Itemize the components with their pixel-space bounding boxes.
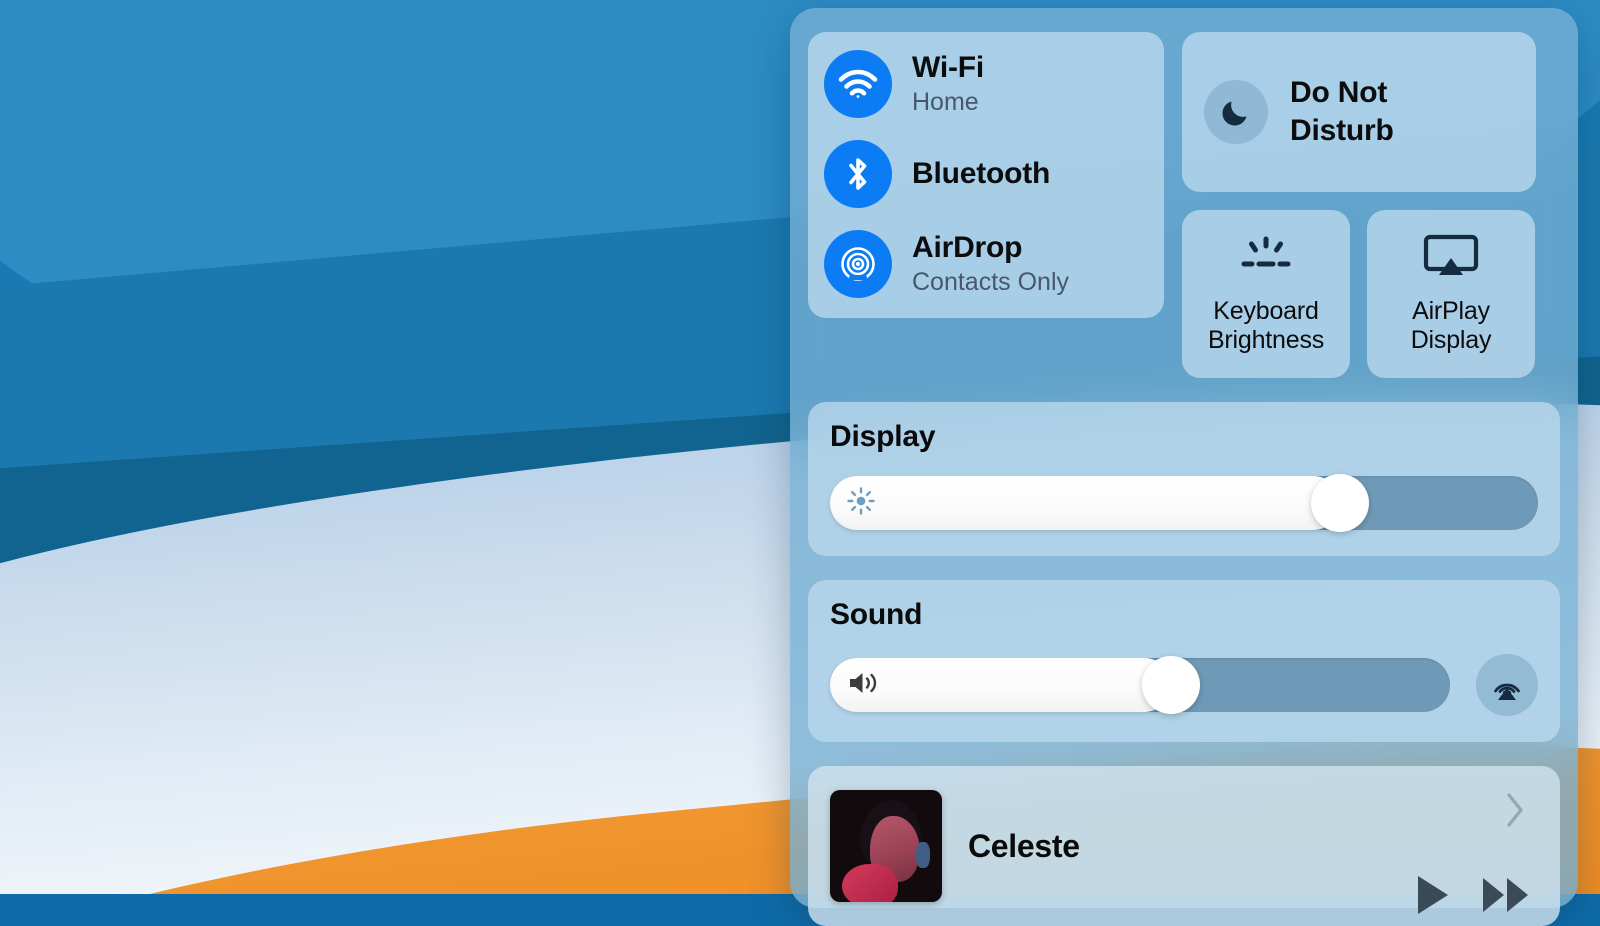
now-playing-track-title: Celeste (968, 828, 1080, 865)
connectivity-item-bluetooth-label: Bluetooth (912, 157, 1050, 191)
brightness-icon (846, 486, 876, 521)
sound-slider-line (830, 654, 1538, 716)
airplay-display-label-line1: AirPlay (1412, 297, 1490, 325)
sound-volume-slider[interactable] (830, 658, 1450, 712)
airplay-display-label: AirPlay Display (1411, 297, 1492, 356)
airplay-display-tile[interactable]: AirPlay Display (1367, 210, 1535, 378)
album-artwork (830, 790, 942, 902)
control-center-right-column: Do Not Disturb (1182, 32, 1536, 378)
connectivity-item-bluetooth[interactable]: Bluetooth (824, 140, 1148, 208)
connectivity-item-airdrop-label: AirDrop (912, 231, 1069, 265)
play-icon[interactable] (1412, 872, 1454, 918)
moon-icon (1204, 80, 1268, 144)
keyboard-brightness-label-line1: Keyboard (1213, 297, 1318, 325)
bluetooth-icon[interactable] (824, 140, 892, 208)
connectivity-item-airdrop-status: Contacts Only (912, 267, 1069, 297)
connectivity-item-wifi-label: Wi-Fi (912, 51, 984, 85)
speaker-icon (846, 668, 880, 703)
connectivity-item-airdrop[interactable]: AirDrop Contacts Only (824, 230, 1148, 298)
keyboard-brightness-label: Keyboard Brightness (1208, 297, 1324, 356)
album-art-earring (916, 842, 930, 868)
airplay-display-icon (1423, 233, 1479, 281)
wifi-icon[interactable] (824, 50, 892, 118)
do-not-disturb-label: Do Not Disturb (1290, 74, 1394, 150)
sound-module: Sound (808, 580, 1560, 742)
sound-title: Sound (830, 598, 1538, 632)
fast-forward-icon[interactable] (1480, 872, 1534, 918)
now-playing-controls (1412, 872, 1534, 918)
display-module: Display (808, 402, 1560, 556)
keyboard-brightness-tile[interactable]: Keyboard Brightness (1182, 210, 1350, 378)
display-slider-knob[interactable] (1311, 474, 1369, 532)
sound-slider-knob[interactable] (1142, 656, 1200, 714)
connectivity-item-airdrop-text: AirDrop Contacts Only (912, 231, 1069, 297)
airplay-display-label-line2: Display (1411, 326, 1492, 354)
control-center-top-row: Wi-Fi Home Bluetooth (808, 32, 1560, 378)
tile-row: Keyboard Brightness AirPlay Display (1182, 210, 1536, 378)
keyboard-brightness-label-line2: Brightness (1208, 326, 1324, 354)
sound-slider-fill (830, 658, 1171, 712)
airdrop-icon[interactable] (824, 230, 892, 298)
airplay-audio-icon[interactable] (1476, 654, 1538, 716)
display-slider-fill (830, 476, 1340, 530)
display-slider-line (830, 476, 1538, 530)
album-art-flower (842, 864, 898, 902)
do-not-disturb-label-line2: Disturb (1290, 114, 1394, 147)
control-center-panel: Wi-Fi Home Bluetooth (790, 8, 1578, 908)
now-playing-module[interactable]: Celeste (808, 766, 1560, 926)
display-title: Display (830, 420, 1538, 454)
connectivity-item-bluetooth-text: Bluetooth (912, 157, 1050, 191)
connectivity-item-wifi[interactable]: Wi-Fi Home (824, 50, 1148, 118)
connectivity-item-wifi-text: Wi-Fi Home (912, 51, 984, 117)
do-not-disturb-label-line1: Do Not (1290, 76, 1387, 109)
chevron-right-icon[interactable] (1504, 790, 1526, 835)
display-brightness-slider[interactable] (830, 476, 1538, 530)
do-not-disturb-module[interactable]: Do Not Disturb (1182, 32, 1536, 192)
connectivity-module: Wi-Fi Home Bluetooth (808, 32, 1164, 318)
keyboard-brightness-icon (1236, 233, 1296, 281)
connectivity-item-wifi-status: Home (912, 87, 984, 117)
